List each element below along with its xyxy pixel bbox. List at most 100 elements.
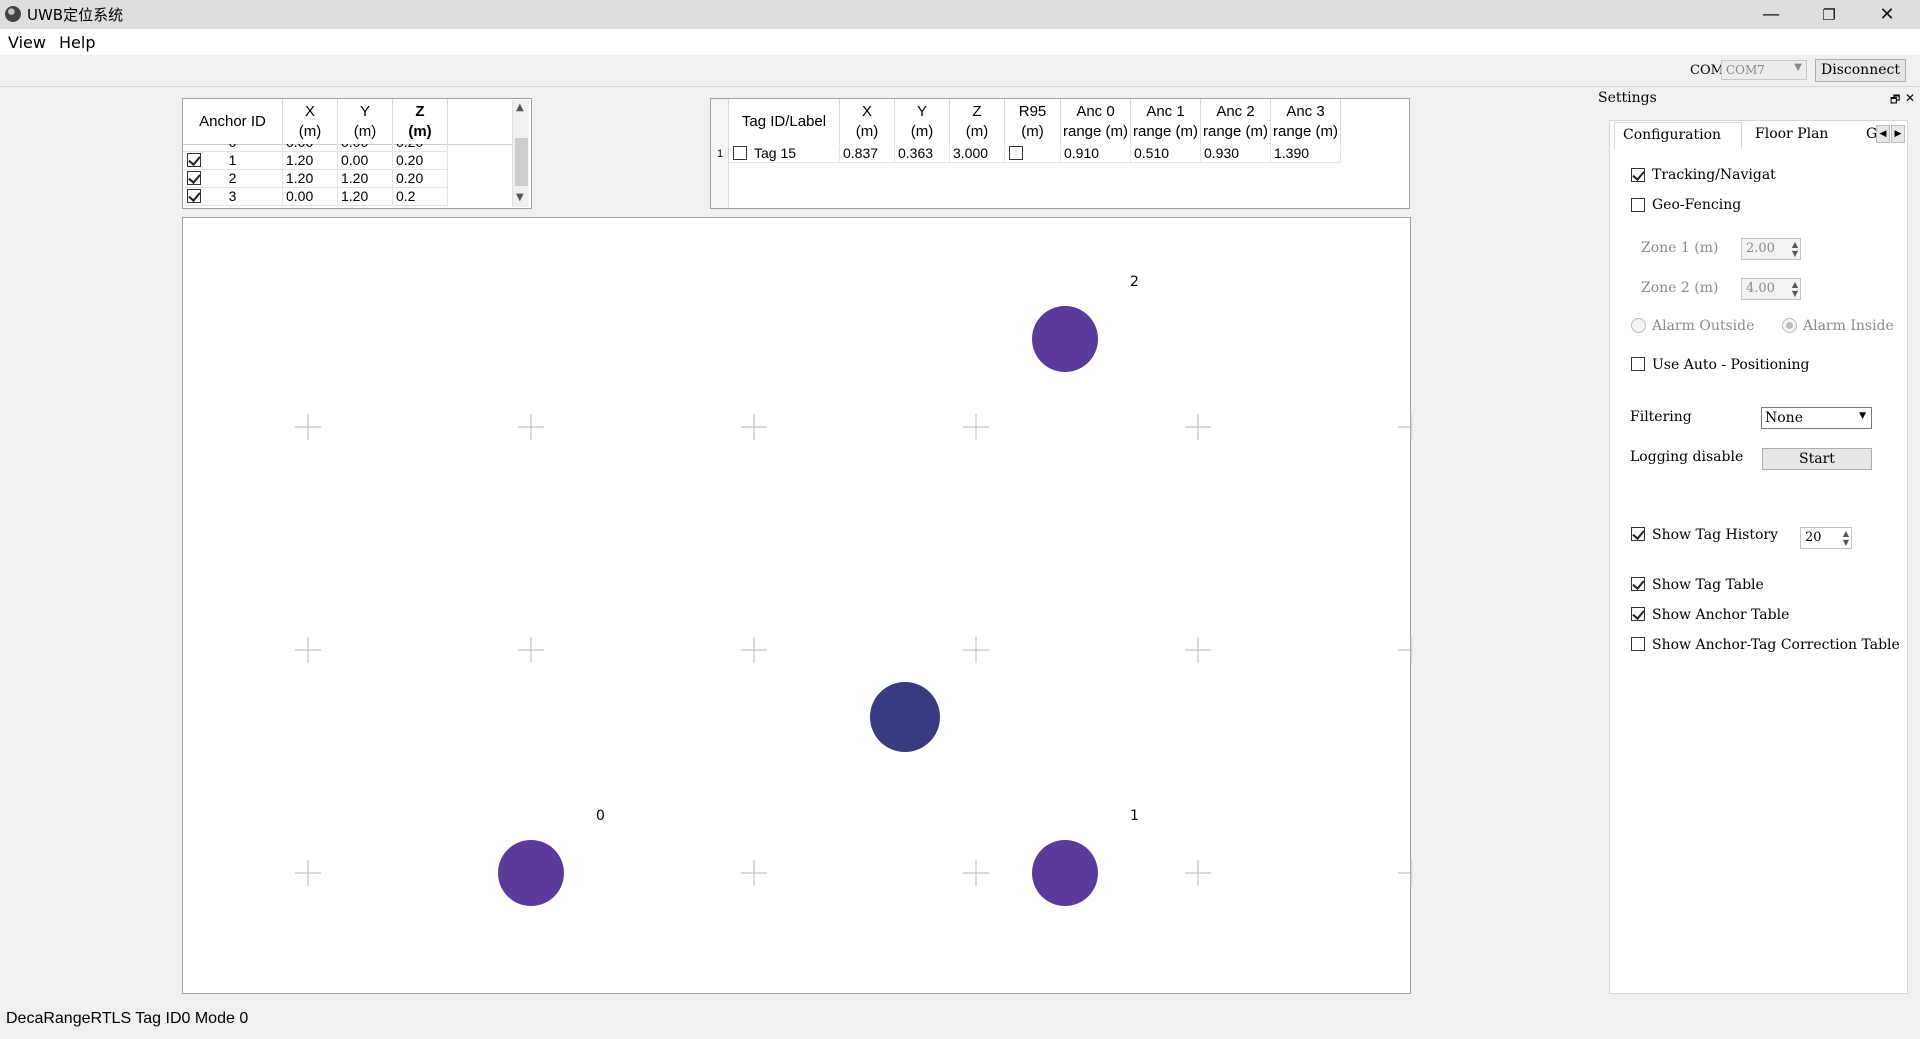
float-dock-icon[interactable]: 🗗: [1890, 91, 1900, 110]
show-anchor-table-checkbox[interactable]: [1631, 607, 1645, 621]
com-label: COM: [1690, 63, 1724, 78]
alarm-outside-radio[interactable]: [1631, 318, 1646, 333]
auto-positioning-label: Use Auto - Positioning: [1652, 357, 1810, 373]
anchor-y[interactable]: 1.20: [338, 170, 393, 188]
anchor-2-label: 2: [1130, 274, 1139, 290]
r95-checkbox[interactable]: [1009, 146, 1023, 160]
tab-configuration[interactable]: Configuration: [1614, 122, 1742, 149]
anchor-y[interactable]: 0.00: [338, 152, 393, 170]
scroll-up-icon[interactable]: ▲: [516, 102, 524, 113]
alarm-inside-label: Alarm Inside: [1803, 318, 1894, 334]
anchor-0-marker[interactable]: [498, 840, 564, 906]
anchor-x-header: X (m): [283, 99, 338, 144]
anchor-table-scrollbar[interactable]: ▲ ▼: [512, 100, 529, 207]
tab-floor-plan[interactable]: Floor Plan: [1747, 122, 1855, 149]
anchor-z[interactable]: 0.20: [393, 144, 448, 152]
table-row[interactable]: 1 1.20 0.00 0.20: [183, 152, 513, 170]
tag-history-spinbox[interactable]: 20 ▲ ▼: [1800, 527, 1852, 549]
anchor-x[interactable]: 1.20: [283, 152, 338, 170]
anchor-id: 1: [183, 152, 283, 170]
status-bar-text: DecaRangeRTLS Tag ID0 Mode 0: [6, 1010, 249, 1027]
close-dock-icon[interactable]: ✕: [1905, 91, 1915, 105]
anchor-y-header: Y (m): [338, 99, 393, 144]
tag-anc0-range: 0.910: [1061, 145, 1131, 163]
app-icon: [5, 6, 21, 22]
zone2-spinbox[interactable]: 4.00 ▲ ▼: [1741, 278, 1801, 300]
zone1-label: Zone 1 (m): [1641, 240, 1719, 256]
floor-plan-canvas[interactable]: 0 1 2: [182, 217, 1412, 994]
anchor-1-label: 1: [1130, 808, 1139, 824]
tag-15-marker[interactable]: [870, 682, 940, 752]
com-port-select[interactable]: COM7 ▼: [1721, 60, 1807, 80]
show-anchor-table-label: Show Anchor Table: [1652, 607, 1790, 623]
tag-anc3-header: Anc 3 range (m): [1271, 99, 1341, 144]
settings-title: Settings: [1598, 90, 1657, 106]
geofencing-checkbox[interactable]: [1631, 198, 1645, 212]
grid-marks: [295, 414, 1412, 886]
anchor-2-marker[interactable]: [1032, 306, 1098, 372]
filtering-value: None: [1765, 410, 1803, 426]
tag-r95-header: R95 (m): [1005, 99, 1061, 144]
logging-label: Logging disable: [1630, 449, 1744, 465]
anchor-id-header: Anchor ID: [183, 99, 283, 144]
spin-arrows-icon[interactable]: ▲ ▼: [1843, 529, 1849, 547]
anchor-table: Anchor ID X (m) Y (m) Z (m) 0 0.00 0.00 …: [182, 98, 532, 209]
anchor-x[interactable]: 1.20: [283, 170, 338, 188]
tag-table: Tag ID/Label X (m) Y (m) Z (m) R95 (m) A…: [710, 98, 1410, 209]
anchor-z[interactable]: 0.20: [393, 170, 448, 188]
alarm-outside-label: Alarm Outside: [1652, 318, 1755, 334]
tag-anc3-range: 1.390: [1271, 145, 1341, 163]
alarm-inside-radio[interactable]: [1782, 318, 1797, 333]
anchor-id: 3: [183, 188, 283, 206]
tab-scroll-left-icon[interactable]: ◀: [1876, 125, 1890, 143]
restore-button[interactable]: ❐: [1800, 0, 1858, 29]
title-bar: [0, 0, 1920, 29]
tab-scroll-right-icon[interactable]: ▶: [1891, 125, 1905, 143]
menu-help[interactable]: Help: [59, 33, 95, 52]
table-row[interactable]: 2 1.20 1.20 0.20: [183, 170, 513, 188]
close-button[interactable]: ✕: [1858, 0, 1916, 29]
logging-start-button[interactable]: Start: [1762, 448, 1872, 470]
scroll-down-icon[interactable]: ▼: [516, 192, 524, 203]
anchor-id: 2: [183, 170, 283, 188]
anchor-x[interactable]: 0.00: [283, 188, 338, 206]
anchor-z[interactable]: 0.20: [393, 152, 448, 170]
disconnect-button[interactable]: Disconnect: [1815, 59, 1906, 82]
tag-anc2-header: Anc 2 range (m): [1201, 99, 1271, 144]
tag-y-header: Y (m): [895, 99, 950, 144]
anchor-z[interactable]: 0.2: [393, 188, 448, 206]
zone2-label: Zone 2 (m): [1641, 280, 1719, 296]
tag-z-header: Z (m): [950, 99, 1005, 144]
anchor-y[interactable]: 0.00: [338, 144, 393, 152]
minimize-button[interactable]: —: [1742, 0, 1800, 29]
auto-positioning-checkbox[interactable]: [1631, 357, 1645, 371]
spin-arrows-icon[interactable]: ▲ ▼: [1792, 240, 1798, 258]
window-title: UWB定位系统: [27, 6, 124, 24]
zone1-spinbox[interactable]: 2.00 ▲ ▼: [1741, 238, 1801, 260]
show-correction-table-checkbox[interactable]: [1631, 637, 1645, 651]
anchor-x[interactable]: 0.00: [283, 144, 338, 152]
tracking-checkbox[interactable]: [1631, 168, 1645, 182]
tag-history-checkbox[interactable]: [1631, 527, 1645, 541]
anchor-0-label: 0: [596, 808, 605, 824]
filtering-select[interactable]: None ▼: [1761, 407, 1872, 429]
tag-x: 0.837: [840, 145, 895, 163]
table-row[interactable]: 0 0.00 0.00 0.20: [183, 144, 513, 152]
tag-anc1-range: 0.510: [1131, 145, 1201, 163]
tag-anc0-header: Anc 0 range (m): [1061, 99, 1131, 144]
row-number: 1: [716, 148, 724, 160]
table-row[interactable]: 3 0.00 1.20 0.2: [183, 188, 513, 206]
toolbar-divider: [0, 86, 1920, 87]
geofencing-label: Geo-Fencing: [1652, 197, 1742, 213]
table-row[interactable]: 1 Tag 15 0.837 0.363 3.000 0.910 0.510 0…: [711, 145, 1341, 163]
menu-view[interactable]: View: [8, 33, 46, 52]
com-port-value: COM7: [1726, 63, 1765, 77]
spin-arrows-icon[interactable]: ▲ ▼: [1792, 280, 1798, 298]
anchor-y[interactable]: 1.20: [338, 188, 393, 206]
show-tag-table-checkbox[interactable]: [1631, 577, 1645, 591]
scroll-thumb[interactable]: [515, 138, 528, 186]
tag-enable-checkbox[interactable]: [733, 146, 747, 160]
anchor-1-marker[interactable]: [1032, 840, 1098, 906]
tag-label-header: Tag ID/Label: [729, 99, 840, 144]
filtering-label: Filtering: [1630, 409, 1692, 425]
